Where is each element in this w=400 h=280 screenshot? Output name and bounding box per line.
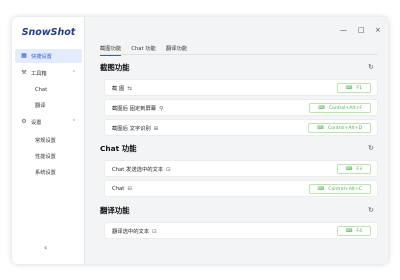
sidebar-item-chat[interactable]: Chat [15, 83, 82, 97]
collapse-sidebar-icon[interactable]: ‹ [44, 243, 47, 252]
close-button[interactable]: × [375, 26, 381, 34]
keyboard-icon: ⌨ [345, 228, 353, 234]
sidebar-item-label: 设置 [31, 119, 42, 126]
sidebar-item-system-settings[interactable]: 系统设置 [15, 165, 82, 179]
shortcut-label: Chat 发送选中的文本 [112, 166, 164, 173]
section-title-chat: Chat 功能 [100, 144, 137, 153]
sidebar-item-general-settings[interactable]: 常规设置 [15, 133, 82, 147]
maximize-button[interactable]: □ [358, 26, 365, 34]
shortcut-key-button[interactable]: ⌨ F1 [336, 83, 371, 93]
tab-divider [100, 54, 378, 55]
ocr-icon: ⊞ [153, 125, 159, 132]
shortcut-row: 截图后 文字识别 ⊞ ⌨ Control+Alt+D [104, 119, 378, 136]
pin-icon: ⚲ [159, 105, 164, 112]
grid-icon: ▦ [21, 52, 27, 59]
keyboard-icon: ⌨ [317, 125, 324, 131]
shortcut-key-button[interactable]: ⌨ Control+Alt+F [309, 103, 371, 113]
reset-icon[interactable]: ↻ [368, 206, 374, 214]
shortcut-value: F4 [356, 228, 362, 234]
keyboard-icon: ⌨ [318, 105, 325, 111]
sidebar-item-label: 常规设置 [35, 137, 56, 144]
section-title-translate: 翻译功能 [100, 206, 130, 215]
shortcut-row: Chat ⊟ ⌨ Control+Alt+C [104, 180, 378, 197]
swap-icon: ⇆ [127, 85, 132, 92]
gear-icon: ⚙ [21, 118, 27, 125]
shortcut-row: 翻译选中的文本 ⊡ ⌨ F4 [104, 222, 378, 239]
sidebar-item-quick-settings[interactable]: ▦ 快捷设置 [15, 49, 82, 63]
shortcut-value: Control+Alt+F [328, 105, 362, 111]
shortcut-row: 截图后 固定到屏幕 ⚲ ⌨ Control+Alt+F [104, 99, 378, 116]
sidebar-item-settings[interactable]: ⚙ 设置 ⌃ [15, 115, 82, 129]
app-window: SnowShot ▦ 快捷设置 ⚒ 工具箱 ⌃ Chat 翻译 ⚙ 设置 ⌃ 常… [12, 17, 388, 264]
wrench-icon: ⚒ [21, 69, 27, 76]
keyboard-icon: ⌨ [345, 85, 353, 91]
sidebar-item-label: 性能设置 [35, 153, 56, 160]
shortcut-key-button[interactable]: ⌨ F4 [336, 226, 371, 236]
section-title-screenshot: 截图功能 [100, 63, 130, 72]
keyboard-icon: ⌨ [345, 166, 353, 172]
sidebar-item-translate[interactable]: 翻译 [15, 98, 82, 112]
sidebar-item-performance-settings[interactable]: 性能设置 [15, 149, 82, 163]
shortcut-label: 截图后 固定到屏幕 [112, 105, 157, 112]
sidebar-item-label: 快捷设置 [31, 53, 52, 60]
reset-icon[interactable]: ↻ [368, 63, 374, 71]
text-select-icon: ⊡ [152, 228, 157, 235]
chat-window-icon: ⊟ [127, 185, 132, 192]
sidebar: SnowShot ▦ 快捷设置 ⚒ 工具箱 ⌃ Chat 翻译 ⚙ 设置 ⌃ 常… [12, 17, 85, 264]
sidebar-item-toolbox[interactable]: ⚒ 工具箱 ⌃ [15, 66, 82, 80]
shortcut-key-button[interactable]: ⌨ Control+Alt+C [308, 184, 371, 194]
shortcut-value: F3 [356, 166, 362, 172]
text-select-icon: ⊡ [166, 166, 171, 173]
sidebar-item-label: Chat [35, 87, 48, 93]
shortcut-value: Control+Alt+D [327, 125, 362, 131]
sidebar-item-label: 翻译 [35, 102, 46, 109]
keyboard-icon: ⌨ [317, 186, 325, 192]
chevron-up-icon: ⌃ [71, 70, 76, 76]
shortcut-label: 截图后 文字识别 [112, 125, 151, 132]
main-content: — □ × 截图功能 Chat 功能 翻译功能 截图功能 ↻ 截 图 ⇆ ⌨ F1 … [86, 17, 388, 264]
minimize-button[interactable]: — [340, 26, 347, 34]
shortcut-label: Chat [112, 185, 125, 192]
shortcut-row: 截 图 ⇆ ⌨ F1 [104, 79, 378, 96]
shortcut-row: Chat 发送选中的文本 ⊡ ⌨ F3 [104, 160, 378, 177]
chevron-up-icon: ⌃ [71, 119, 76, 125]
shortcut-label: 截 图 [112, 85, 125, 92]
reset-icon[interactable]: ↻ [368, 144, 374, 152]
sidebar-item-label: 工具箱 [31, 70, 47, 77]
app-logo: SnowShot [21, 27, 76, 38]
shortcut-key-button[interactable]: ⌨ Control+Alt+D [308, 123, 371, 133]
sidebar-item-label: 系统设置 [35, 169, 56, 176]
shortcut-value: F1 [356, 85, 362, 91]
shortcut-label: 翻译选中的文本 [112, 228, 150, 235]
shortcut-value: Control+Alt+C [328, 186, 362, 192]
shortcut-key-button[interactable]: ⌨ F3 [336, 164, 371, 174]
